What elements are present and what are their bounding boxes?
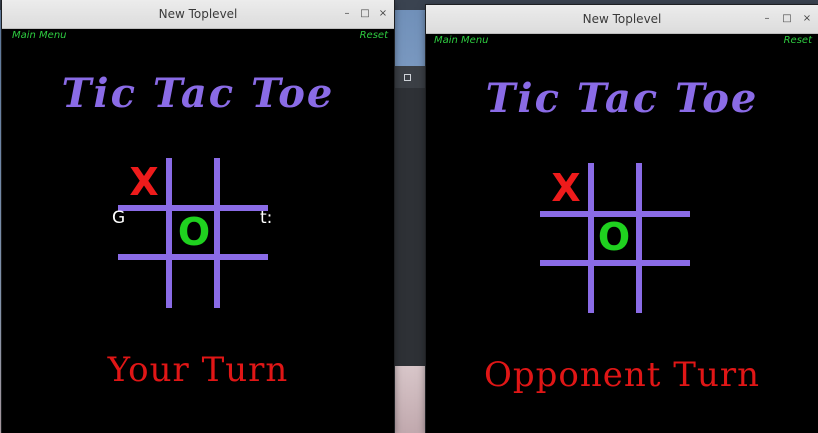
background-window <box>394 66 426 366</box>
turn-status: Opponent Turn <box>484 355 760 395</box>
close-icon[interactable]: × <box>376 0 390 28</box>
grid-line-v2 <box>636 163 642 313</box>
main-menu-button[interactable]: Main Menu <box>434 35 489 46</box>
grid-line-h2 <box>540 260 690 266</box>
board-cell-0-0[interactable]: X <box>544 168 588 208</box>
maximize-icon[interactable]: □ <box>358 0 372 28</box>
game-window-left: New Toplevel – □ × Main Menu Reset Tic T… <box>2 0 394 433</box>
titlebar[interactable]: New Toplevel – □ × <box>426 5 818 34</box>
grid-line-h2 <box>118 254 268 260</box>
reset-button[interactable]: Reset <box>360 30 388 41</box>
board-cell-0-0[interactable]: X <box>122 162 166 202</box>
board-cell-1-1[interactable]: O <box>592 217 636 257</box>
main-menu-button[interactable]: Main Menu <box>12 30 67 41</box>
reset-button[interactable]: Reset <box>784 35 812 46</box>
titlebar[interactable]: New Toplevel – □ × <box>2 0 394 29</box>
board-cell-1-1[interactable]: O <box>172 212 216 252</box>
overlay-text-right: t: <box>260 208 273 228</box>
game-title: Tic Tac Toe <box>61 70 335 117</box>
background-window-maximize-icon <box>404 74 411 81</box>
desktop-wallpaper-strip <box>394 366 426 433</box>
maximize-icon[interactable]: □ <box>780 5 794 33</box>
game-title: Tic Tac Toe <box>485 75 759 122</box>
game-window-right: New Toplevel – □ × Main Menu Reset Tic T… <box>426 5 818 433</box>
minimize-icon[interactable]: – <box>760 5 774 33</box>
close-icon[interactable]: × <box>800 5 814 33</box>
minimize-icon[interactable]: – <box>340 0 354 28</box>
turn-status: Your Turn <box>107 350 289 390</box>
window-title: New Toplevel <box>158 7 238 21</box>
overlay-text-left: G <box>112 208 126 228</box>
